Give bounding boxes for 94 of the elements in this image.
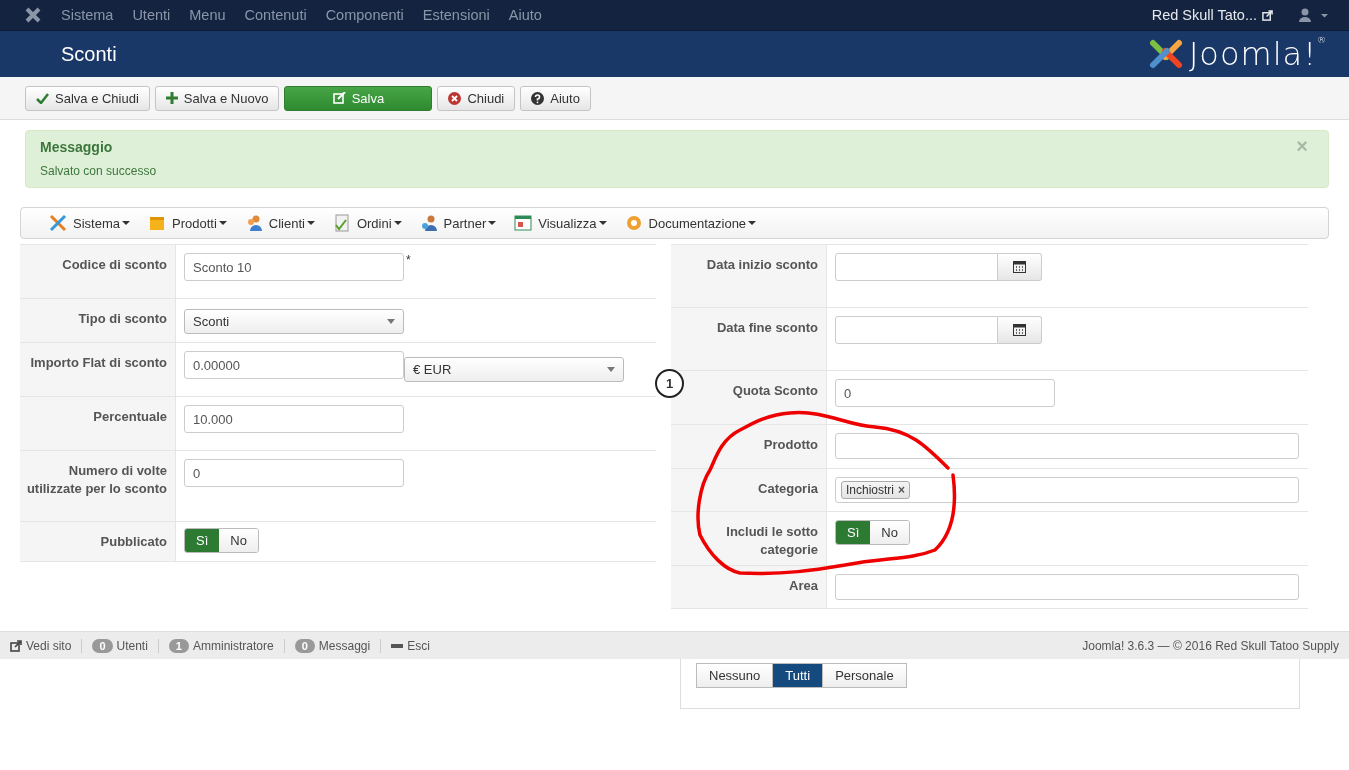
status-link[interactable]: Messaggi <box>318 638 371 653</box>
alert-title: Messaggio <box>40 139 113 155</box>
field-label: Codice di sconto <box>20 245 176 298</box>
text-field[interactable]: 0 <box>835 379 1055 407</box>
caret-icon <box>488 221 497 225</box>
toggle-option[interactable]: Sì <box>836 521 871 544</box>
field-label: Pubblicato <box>20 522 176 561</box>
component-menu-item[interactable]: Visualizza <box>514 214 607 232</box>
tools-icon <box>49 214 67 232</box>
component-menu-item[interactable]: Documentazione <box>624 214 757 232</box>
top-menu-item[interactable]: Sistema <box>61 7 114 23</box>
users-icon <box>419 214 438 232</box>
caret-icon <box>218 221 227 225</box>
access-option[interactable]: Personale <box>822 663 907 688</box>
access-option[interactable]: Nessuno <box>696 663 774 688</box>
remove-tag-button[interactable]: × <box>898 483 906 497</box>
select-field[interactable]: Sconti <box>184 309 404 334</box>
top-menu-item[interactable]: Menu <box>189 7 226 23</box>
calendar-button[interactable] <box>998 253 1042 281</box>
page-title: Sconti <box>61 42 117 66</box>
copyright-text: Joomla! 3.6.3 — © 2016 Red Skull Tatoo Supply <box>1082 638 1339 653</box>
top-menu-item[interactable]: Estensioni <box>422 7 490 23</box>
top-menu-item[interactable]: Componenti <box>325 7 404 23</box>
toolbar-button[interactable]: Aiuto <box>520 85 591 111</box>
field-label: Tipo di sconto <box>20 299 176 342</box>
toolbar-button[interactable]: Salva e Nuovo <box>154 85 280 111</box>
calendar-button[interactable] <box>998 316 1042 344</box>
tag: Inchiostri × <box>841 481 911 499</box>
status-link[interactable]: Utenti <box>116 638 148 653</box>
caret-icon <box>598 221 607 225</box>
component-menu-item[interactable]: Sistema <box>49 214 130 232</box>
lifebuoy-icon <box>624 214 643 232</box>
close-icon <box>448 91 462 105</box>
tag-field[interactable]: Inchiostri × <box>835 477 1299 503</box>
toggle-option[interactable]: Sì <box>185 529 220 552</box>
toggle-option[interactable]: No <box>219 529 258 552</box>
date-field[interactable] <box>835 253 998 281</box>
date-field[interactable] <box>835 316 998 344</box>
user-menu-icon[interactable] <box>1299 8 1329 22</box>
caret-icon <box>121 221 130 225</box>
field-label: Data fine sconto <box>671 308 827 370</box>
alert-text: Salvato con successo <box>40 164 158 178</box>
status-link[interactable]: Vedi sito <box>26 638 72 653</box>
field-label: Numero di volte utilizzate per lo sconto <box>20 451 176 521</box>
caret-icon <box>306 221 315 225</box>
status-link[interactable]: Esci <box>407 638 430 653</box>
plus-icon <box>165 92 178 104</box>
text-field[interactable] <box>835 433 1299 459</box>
field-label: Data inizio sconto <box>671 245 827 307</box>
external-link-icon <box>1262 9 1273 21</box>
component-menu-item[interactable]: Partner <box>419 214 497 232</box>
text-field[interactable]: Sconto 10 <box>184 253 404 281</box>
calendar-icon <box>1013 324 1026 336</box>
check-icon <box>36 92 49 104</box>
access-option[interactable]: Tutti <box>772 663 824 688</box>
count-badge: 1 <box>168 638 189 653</box>
status-link[interactable]: Amministratore <box>193 638 274 653</box>
field-label: Prodotto <box>671 425 827 468</box>
toggle-option[interactable]: No <box>870 521 909 544</box>
field-label: Area <box>671 566 827 608</box>
site-link[interactable]: Red Skull Tato... <box>1151 7 1273 23</box>
count-badge: 0 <box>294 638 315 653</box>
text-field[interactable]: 0 <box>184 459 404 487</box>
top-menu-item[interactable]: Aiuto <box>508 7 542 23</box>
external-link-icon <box>10 639 22 652</box>
field-label: Importo Flat di sconto <box>20 343 176 396</box>
window-icon <box>514 214 533 232</box>
document-icon <box>332 214 351 232</box>
field-label: Includi le sotto categorie <box>671 512 827 565</box>
toolbar-button[interactable]: Salva <box>284 85 433 111</box>
edit-icon <box>332 92 346 104</box>
count-badge: 0 <box>92 638 113 653</box>
text-field[interactable]: 10.000 <box>184 405 404 433</box>
field-label: Percentuale <box>20 397 176 450</box>
component-menu-item[interactable]: Clienti <box>244 214 315 232</box>
field-label: Categoria <box>671 469 827 511</box>
caret-icon <box>748 221 757 225</box>
help-icon <box>531 91 545 105</box>
box-icon <box>147 214 166 232</box>
select-field[interactable]: € EUR <box>404 357 624 382</box>
minus-icon <box>391 643 404 648</box>
text-field[interactable]: 0.00000 <box>184 351 404 379</box>
caret-icon <box>393 221 402 225</box>
component-menu-item[interactable]: Ordini <box>332 214 402 232</box>
component-menu-item[interactable]: Prodotti <box>147 214 227 232</box>
logo-text: Joomla!$^{®}$ <box>1188 35 1327 73</box>
required-mark: * <box>406 253 411 267</box>
toolbar-button[interactable]: Salva e Chiudi <box>25 85 150 111</box>
top-menu-item[interactable]: Utenti <box>132 7 171 23</box>
toolbar-button[interactable]: Chiudi <box>437 85 516 111</box>
calendar-icon <box>1013 261 1026 273</box>
top-menu-item[interactable]: Contenuti <box>244 7 307 23</box>
text-field[interactable] <box>835 574 1299 600</box>
joomla-icon <box>24 6 42 24</box>
